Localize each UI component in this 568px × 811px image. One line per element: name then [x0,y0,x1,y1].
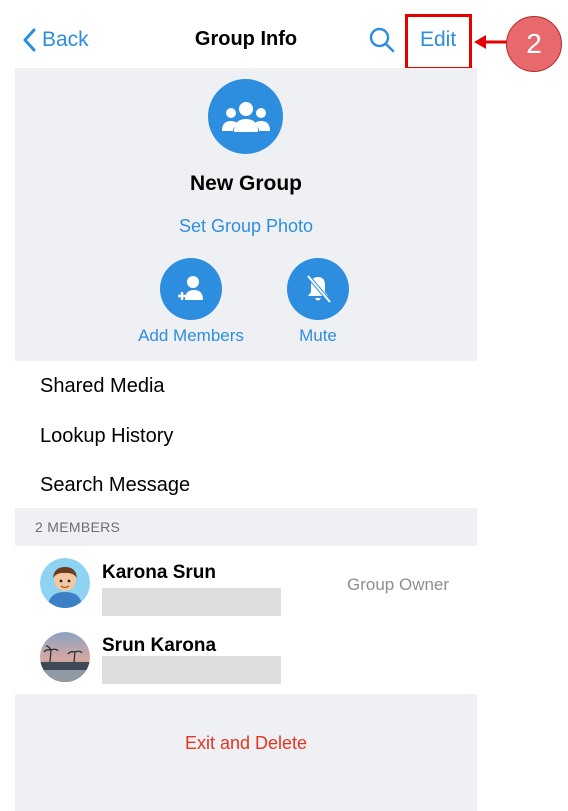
set-group-photo-link[interactable]: Set Group Photo [15,216,477,237]
search-icon [369,27,395,53]
page-title: Group Info [194,28,298,50]
avatar[interactable] [40,632,90,682]
exit-and-delete-button[interactable]: Exit and Delete [15,733,477,754]
avatar[interactable] [40,558,90,608]
mute-label[interactable]: Mute [278,326,358,346]
beach-sunset-avatar-icon [40,632,90,682]
group-name: New Group [189,172,302,195]
member-status-redacted [102,656,281,684]
group-people-icon [221,101,270,132]
member-status-redacted [102,588,281,616]
search-button[interactable] [368,26,396,54]
cartoon-boy-avatar-icon [40,558,90,608]
chevron-left-icon [23,28,36,52]
member-name[interactable]: Karona Srun [102,562,216,584]
members-count: 2 MEMBERS [35,519,121,535]
member-name[interactable]: Srun Karona [102,635,216,657]
add-members-label[interactable]: Add Members [120,326,262,346]
bell-slash-icon [306,274,332,304]
add-members-button[interactable] [160,258,222,320]
back-button[interactable]: Back [22,26,89,54]
member-role-badge: Group Owner [347,575,450,594]
edit-highlight-box [405,14,472,70]
shared-media-item[interactable]: Shared Media [40,375,165,398]
mute-button[interactable] [287,258,349,320]
lookup-history-item[interactable]: Lookup History [40,425,173,448]
search-message-item[interactable]: Search Message [40,474,190,497]
group-avatar [208,79,283,154]
add-member-icon [178,276,203,300]
back-label: Back [42,28,89,51]
step-badge: 2 [506,16,562,72]
